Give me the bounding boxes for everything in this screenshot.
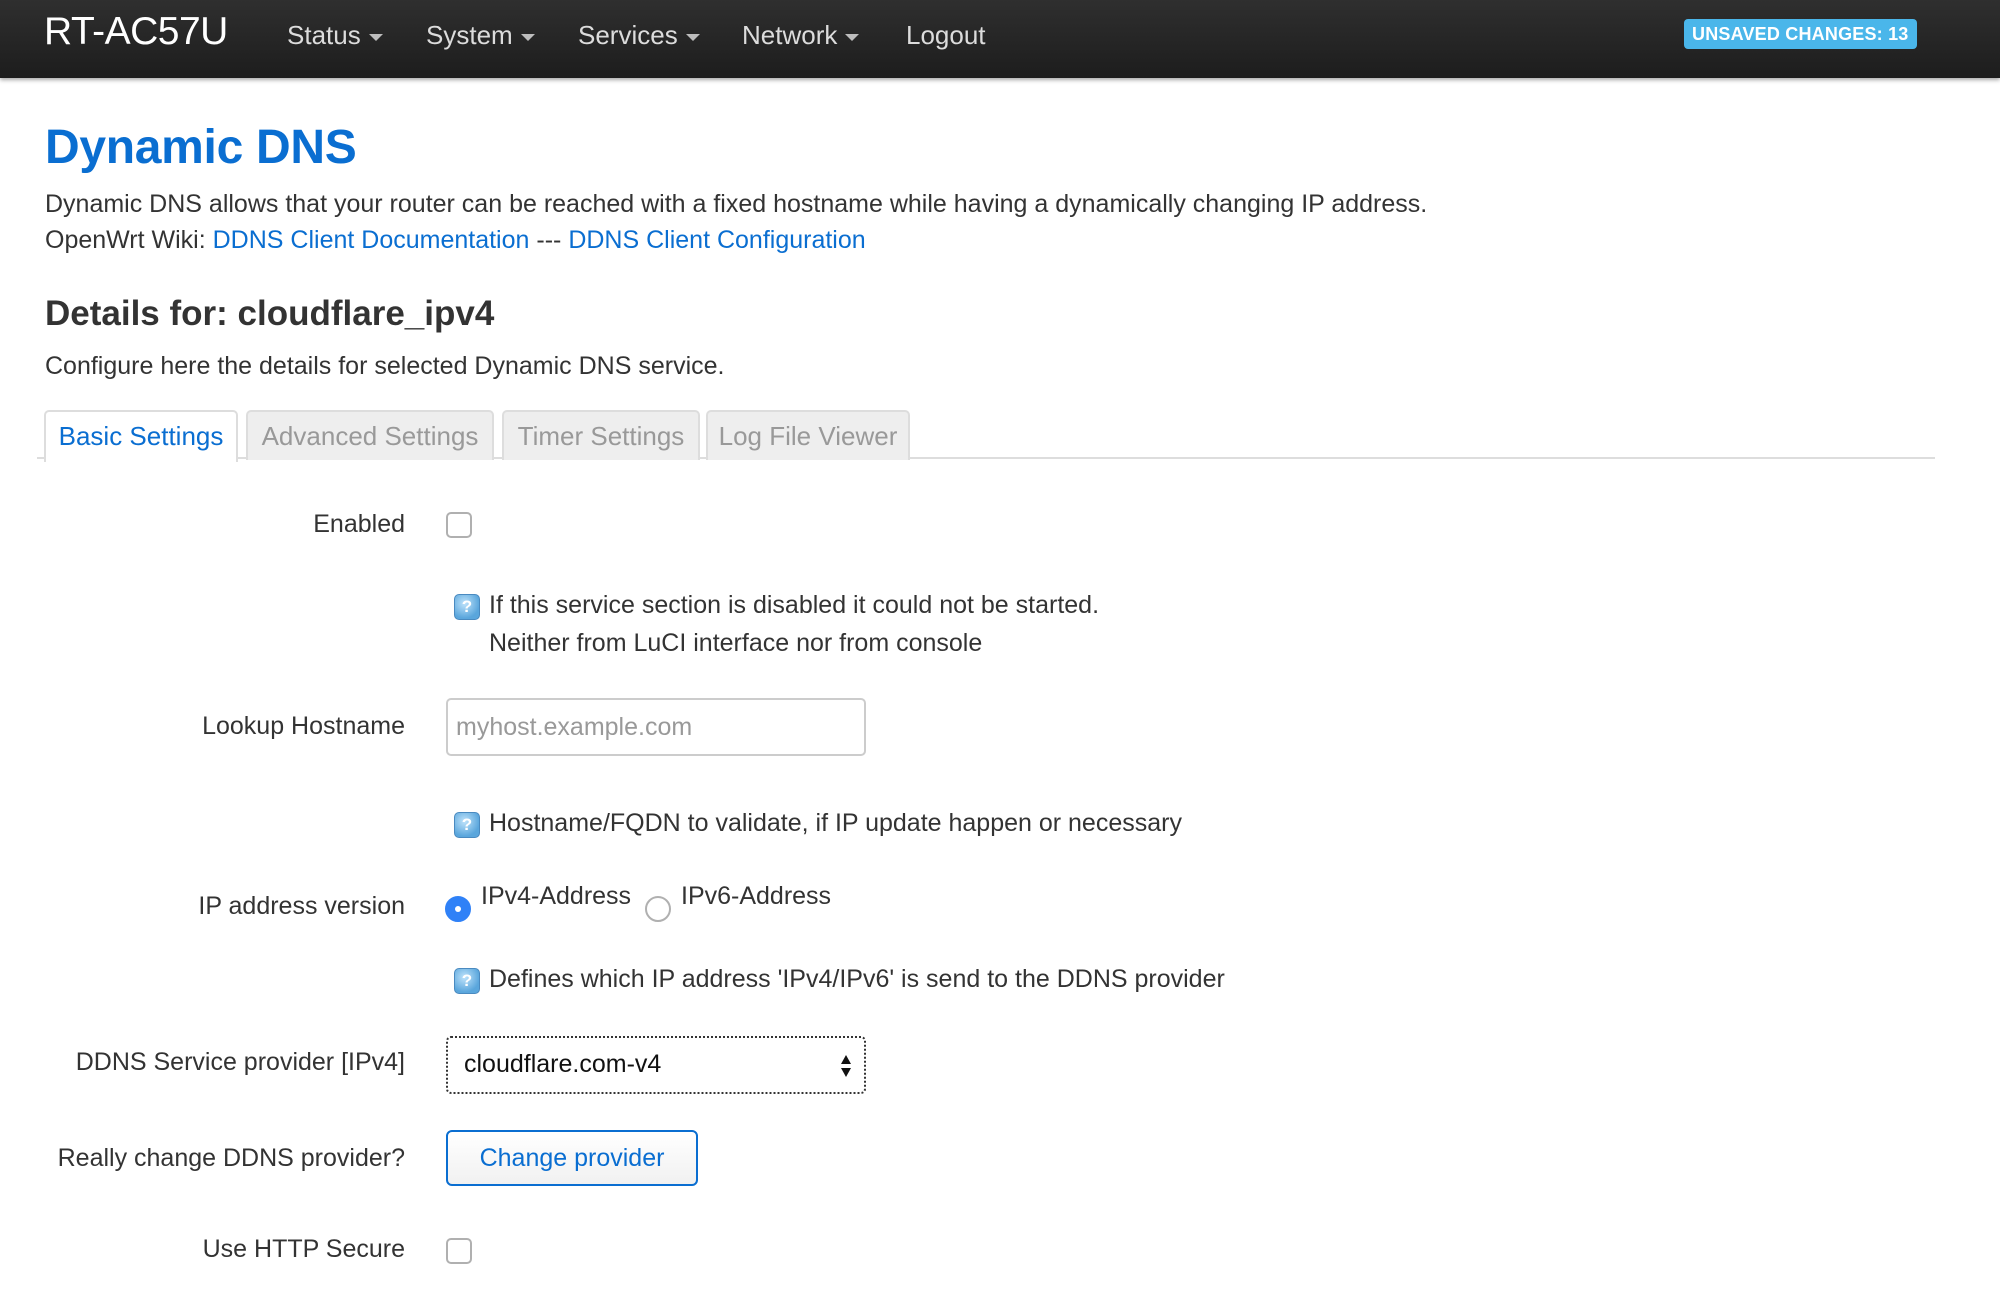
lookup-hostname-help: Hostname/FQDN to validate, if IP update …	[489, 809, 1182, 837]
ip-version-help: Defines which IP address 'IPv4/IPv6' is …	[489, 965, 1225, 993]
page-description: Dynamic DNS allows that your router can …	[45, 190, 1428, 218]
nav-services-label: Services	[578, 20, 678, 50]
lookup-hostname-input[interactable]	[446, 698, 866, 756]
enabled-help-line-1: If this service section is disabled it c…	[489, 591, 1100, 619]
ip-version-label: IP address version	[198, 892, 405, 920]
nav-logout-label: Logout	[906, 20, 986, 50]
chevron-down-icon	[845, 33, 860, 41]
nav-status-label: Status	[287, 20, 361, 50]
nav-system-label: System	[426, 20, 513, 50]
nav-logout-link[interactable]: Logout	[906, 20, 986, 51]
wiki-separator: ---	[536, 226, 562, 254]
tab-log-file-viewer[interactable]: Log File Viewer	[706, 410, 910, 460]
details-subtitle: Configure here the details for selected …	[45, 352, 725, 380]
help-icon: ?	[454, 968, 480, 994]
use-https-label: Use HTTP Secure	[202, 1235, 405, 1263]
nav-services-menu[interactable]: Services	[578, 20, 700, 51]
tab-timer-settings[interactable]: Timer Settings	[502, 410, 700, 460]
ddns-client-documentation-link[interactable]: DDNS Client Documentation	[213, 226, 530, 254]
nav-network-menu[interactable]: Network	[742, 20, 860, 51]
service-provider-value: cloudflare.com-v4	[464, 1050, 662, 1078]
ipv4-radio-label[interactable]: IPv4-Address	[481, 882, 631, 911]
enabled-help-line-2: Neither from LuCI interface nor from con…	[489, 629, 983, 657]
service-provider-select[interactable]: cloudflare.com-v4	[446, 1036, 866, 1094]
unsaved-changes-badge[interactable]: UNSAVED CHANGES: 13	[1684, 19, 1917, 49]
wiki-links-line: OpenWrt Wiki: DDNS Client Documentation …	[45, 226, 866, 255]
page-title: Dynamic DNS	[45, 121, 357, 174]
enabled-label: Enabled	[313, 510, 405, 538]
service-provider-label: DDNS Service provider [IPv4]	[75, 1048, 405, 1076]
help-icon: ?	[454, 812, 480, 838]
change-provider-button[interactable]: Change provider	[446, 1130, 698, 1186]
ddns-client-configuration-link[interactable]: DDNS Client Configuration	[568, 226, 865, 254]
wiki-prefix: OpenWrt Wiki:	[45, 226, 206, 254]
brand-logo[interactable]: RT-AC57U	[44, 10, 228, 54]
enabled-checkbox[interactable]	[446, 512, 472, 538]
chevron-down-icon	[368, 33, 383, 41]
nav-system-menu[interactable]: System	[426, 20, 535, 51]
nav-status-menu[interactable]: Status	[287, 20, 383, 51]
ipv4-radio[interactable]	[445, 896, 471, 922]
ipv6-radio[interactable]	[645, 896, 671, 922]
chevron-down-icon	[520, 33, 535, 41]
use-https-checkbox[interactable]	[446, 1238, 472, 1264]
help-icon: ?	[454, 594, 480, 620]
ipv6-radio-label[interactable]: IPv6-Address	[681, 882, 831, 911]
details-title: Details for: cloudflare_ipv4	[45, 294, 495, 333]
select-arrows-icon	[841, 1055, 851, 1077]
tab-advanced-settings[interactable]: Advanced Settings	[246, 410, 494, 460]
change-provider-label: Really change DDNS provider?	[57, 1144, 405, 1172]
tab-basic-settings[interactable]: Basic Settings	[44, 410, 238, 462]
chevron-down-icon	[685, 33, 700, 41]
top-navbar: RT-AC57U Status System Services Network …	[0, 0, 2000, 78]
nav-network-label: Network	[742, 20, 838, 50]
lookup-hostname-label: Lookup Hostname	[202, 712, 405, 740]
